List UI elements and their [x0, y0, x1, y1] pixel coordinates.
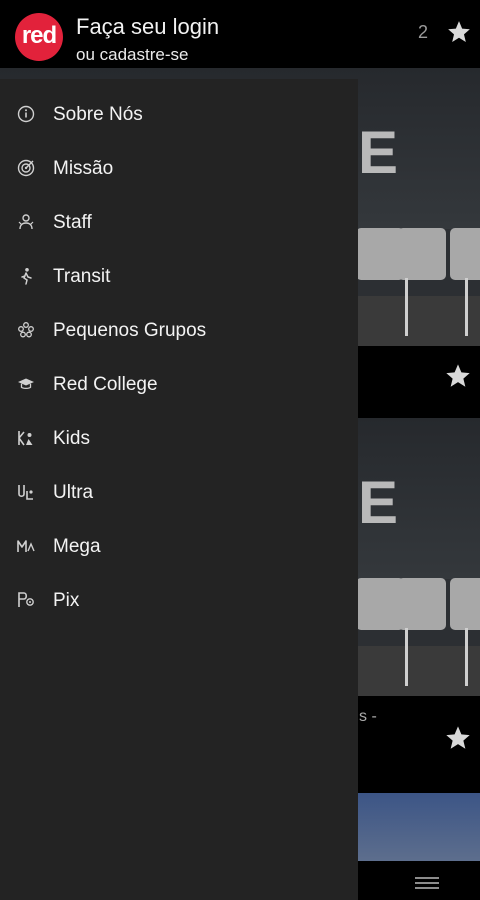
logo-text: red — [21, 21, 57, 49]
red-logo[interactable]: red — [15, 13, 63, 61]
card-image-letter: E — [358, 119, 399, 186]
ultra-icon — [17, 483, 35, 501]
favorites-count: 2 — [418, 22, 429, 42]
card-image-letter: E — [358, 469, 399, 536]
nav-item-label: Transit — [53, 266, 111, 287]
pix-icon — [17, 591, 35, 609]
star-icon[interactable] — [446, 19, 472, 45]
mega-icon — [17, 537, 35, 555]
login-link[interactable]: Faça seu login — [76, 14, 219, 40]
nav-item-staff[interactable]: Staff — [0, 196, 358, 250]
nav-item-label: Ultra — [53, 482, 94, 503]
chair-shape — [450, 228, 480, 280]
menu-icon[interactable] — [415, 877, 439, 892]
nav-item-label: Pix — [53, 590, 80, 611]
nav-item-pix[interactable]: Pix — [0, 574, 358, 628]
staff-icon — [17, 213, 35, 231]
app-header: red Faça seu login ou cadastre-se 2 — [0, 0, 480, 68]
nav-item-label: Missão — [53, 158, 114, 179]
group-icon — [17, 321, 35, 339]
nav-item-pequenos-grupos[interactable]: Pequenos Grupos — [0, 304, 358, 358]
chair-shape — [398, 578, 446, 630]
star-icon[interactable] — [444, 724, 472, 752]
nav-item-label: Sobre Nós — [53, 104, 143, 125]
nav-item-ultra[interactable]: Ultra — [0, 466, 358, 520]
chair-shape — [356, 228, 404, 280]
info-icon — [17, 105, 35, 123]
nav-item-red-college[interactable]: Red College — [0, 358, 358, 412]
walking-person-icon — [17, 267, 35, 285]
nav-item-label: Mega — [53, 536, 101, 557]
nav-item-label: Kids — [53, 428, 90, 449]
navigation-drawer: Sobre Nós Missão Staff Transit Pequenos … — [0, 79, 358, 900]
nav-item-transit[interactable]: Transit — [0, 250, 358, 304]
chair-shape — [356, 578, 404, 630]
graduation-cap-icon — [17, 375, 35, 393]
star-icon[interactable] — [444, 362, 472, 390]
nav-item-kids[interactable]: Kids — [0, 412, 358, 466]
nav-item-missao[interactable]: Missão — [0, 142, 358, 196]
signup-link[interactable]: ou cadastre-se — [76, 45, 188, 65]
nav-item-sobre-nos[interactable]: Sobre Nós — [0, 88, 358, 142]
nav-item-mega[interactable]: Mega — [0, 520, 358, 574]
nav-item-label: Staff — [53, 212, 92, 233]
nav-item-label: Pequenos Grupos — [53, 320, 207, 341]
chair-shape — [398, 228, 446, 280]
nav-item-label: Red College — [53, 374, 158, 395]
chair-shape — [450, 578, 480, 630]
target-icon — [17, 159, 35, 177]
kids-icon — [17, 429, 35, 447]
card-caption-text: s - — [359, 708, 377, 725]
